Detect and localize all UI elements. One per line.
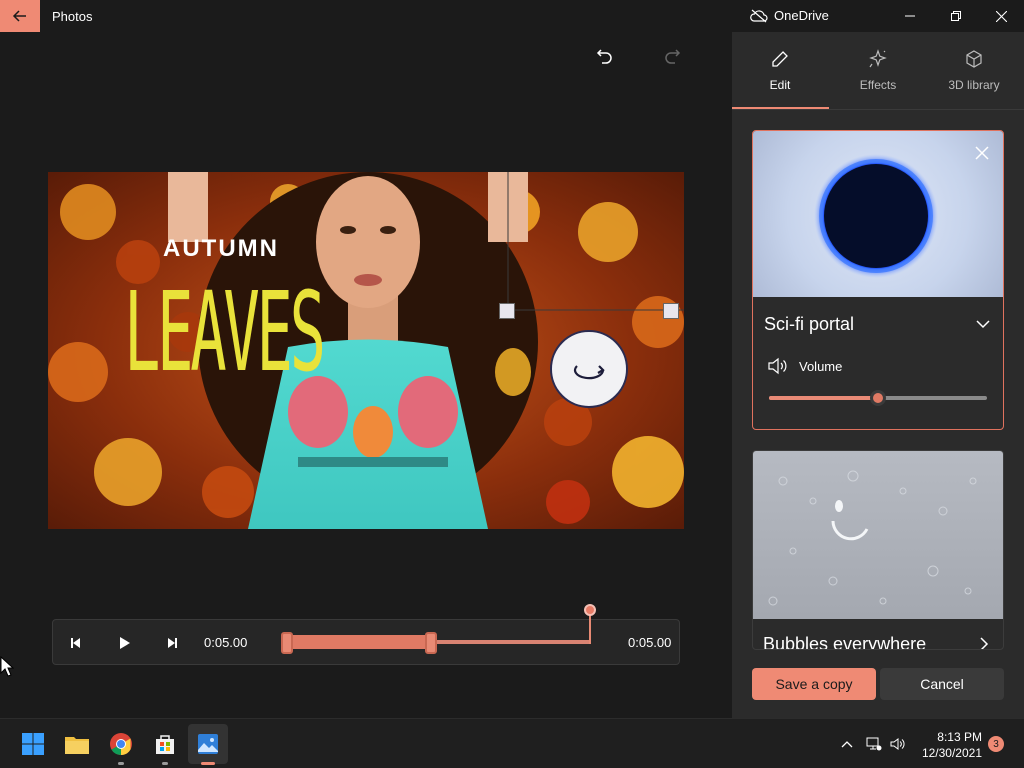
video-preview[interactable]: AUTUMN LEAVES — [48, 172, 684, 529]
volume-status[interactable] — [890, 736, 906, 752]
close-icon — [975, 146, 989, 160]
chrome-icon — [110, 733, 132, 755]
tab-3d-library[interactable]: 3D library — [926, 32, 1022, 110]
clock[interactable]: 8:13 PM 12/30/2021 — [916, 729, 982, 761]
volume-slider[interactable] — [769, 390, 987, 406]
back-button[interactable] — [0, 0, 40, 32]
remove-effect-button[interactable] — [972, 143, 992, 163]
taskbar-photos[interactable] — [193, 729, 223, 759]
speaker-icon — [768, 357, 787, 375]
tab-edit[interactable]: Edit — [732, 32, 828, 110]
start-button[interactable] — [18, 729, 48, 759]
tab-divider — [732, 109, 1024, 110]
effect-card-bubbles[interactable]: Bubbles everywhere — [752, 450, 1004, 650]
restore-icon — [951, 11, 961, 21]
onedrive-status[interactable]: OneDrive — [750, 8, 829, 23]
show-hidden-icons-button[interactable] — [839, 736, 855, 752]
photos-icon — [198, 734, 218, 754]
title-bar: Photos OneDrive — [0, 0, 1024, 32]
minimize-button[interactable] — [887, 0, 933, 32]
store-running-indicator — [162, 762, 168, 765]
chevron-up-icon — [841, 741, 853, 748]
resize-handle-right[interactable] — [663, 303, 679, 319]
trim-selection — [287, 635, 431, 649]
onedrive-label: OneDrive — [774, 8, 829, 23]
network-icon — [866, 737, 882, 751]
file-explorer-icon — [65, 737, 89, 754]
speaker-icon — [890, 738, 905, 750]
effect-card-sci-fi-portal[interactable]: Sci-fi portal Volume — [752, 130, 1004, 430]
clock-time: 8:13 PM — [937, 730, 982, 744]
close-window-button[interactable] — [978, 0, 1024, 32]
sci-fi-portal-thumbnail — [753, 131, 1003, 297]
tab-effects-label: Effects — [859, 78, 897, 92]
taskbar: 8:13 PM 12/30/2021 3 — [0, 718, 1024, 768]
volume-label: Volume — [799, 358, 843, 374]
sparkle-icon — [869, 49, 887, 68]
app-title: Photos — [52, 9, 93, 24]
cube-icon — [966, 50, 982, 68]
redo-icon — [665, 49, 681, 64]
trim-start-handle[interactable] — [281, 632, 293, 654]
mouse-cursor-icon — [0, 656, 14, 677]
cancel-button[interactable]: Cancel — [880, 668, 1004, 700]
notification-badge[interactable]: 3 — [988, 736, 1004, 752]
tab-3d-library-label: 3D library — [948, 78, 1000, 92]
step-back-icon — [71, 638, 80, 648]
chrome-running-indicator — [118, 762, 124, 765]
edit-panel: Edit Effects 3D library Sci-fi portal Vo… — [732, 32, 1024, 718]
windows-start-icon — [22, 733, 44, 755]
restore-button[interactable] — [933, 0, 979, 32]
close-icon — [995, 10, 1007, 22]
effect-name: Sci-fi portal — [764, 314, 855, 334]
previous-frame-button[interactable] — [64, 631, 88, 655]
trim-end-handle[interactable] — [425, 632, 437, 654]
bubbles-thumbnail — [753, 451, 1003, 619]
tab-effects[interactable]: Effects — [830, 32, 926, 110]
volume-row: Volume — [767, 357, 842, 375]
next-frame-button[interactable] — [160, 631, 184, 655]
volume-slider-thumb[interactable] — [870, 390, 886, 406]
network-status[interactable] — [866, 736, 882, 752]
cloud-off-icon — [750, 9, 768, 22]
redo-button[interactable] — [659, 44, 685, 70]
undo-icon — [596, 49, 612, 64]
step-forward-icon — [168, 638, 177, 648]
pencil-icon — [772, 51, 788, 67]
volume-slider-fill — [769, 396, 878, 400]
rotate-handle[interactable] — [550, 330, 628, 408]
save-copy-button[interactable]: Save a copy — [752, 668, 876, 700]
overlay-title-autumn: AUTUMN — [163, 235, 279, 262]
playhead-handle[interactable] — [584, 604, 596, 616]
collapse-effect-button[interactable] — [973, 314, 993, 334]
microsoft-store-icon — [156, 735, 174, 754]
playback-timeline: 0:05.00 0:05.00 — [52, 604, 680, 665]
tab-edit-label: Edit — [769, 78, 791, 92]
effect-name: Bubbles everywhere — [763, 634, 927, 650]
taskbar-chrome[interactable] — [106, 729, 136, 759]
taskbar-microsoft-store[interactable] — [150, 729, 180, 759]
chevron-right-icon — [980, 637, 989, 649]
overlay-title-leaves: LEAVES — [124, 268, 326, 396]
rotate-icon — [573, 365, 605, 380]
total-time: 0:05.00 — [628, 635, 672, 650]
play-button[interactable] — [112, 631, 136, 655]
resize-handle-left[interactable] — [499, 303, 515, 319]
chevron-down-icon — [976, 320, 990, 329]
arrow-left-icon — [12, 10, 26, 22]
clock-date: 12/30/2021 — [921, 746, 982, 760]
photos-app-window: Photos OneDrive AUTUMN LEAVES 0:05.00 0:… — [0, 0, 1024, 718]
expand-effect-button[interactable] — [975, 635, 993, 649]
undo-button[interactable] — [592, 44, 618, 70]
minimize-icon — [905, 15, 915, 17]
taskbar-file-explorer[interactable] — [62, 729, 92, 759]
play-icon — [120, 637, 130, 649]
current-time: 0:05.00 — [204, 635, 248, 650]
photos-active-indicator — [201, 762, 215, 765]
